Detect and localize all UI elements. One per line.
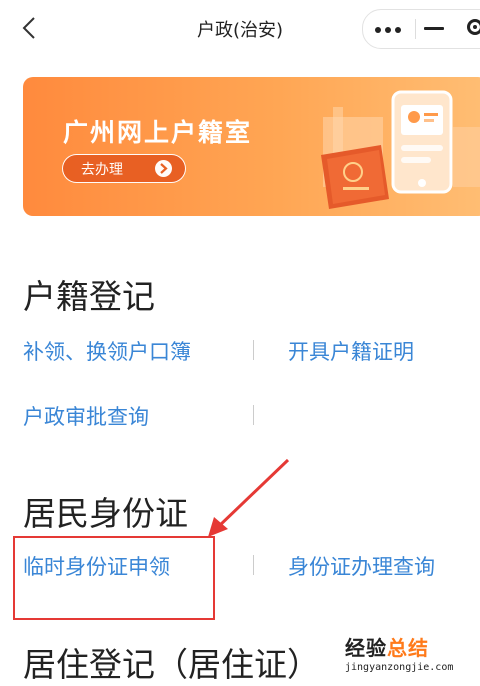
link-divider — [253, 340, 254, 360]
section-title-residence-registration: 居住登记（居住证） — [23, 645, 320, 684]
close-target-icon[interactable] — [467, 19, 480, 35]
link-reissue-household-book[interactable]: 补领、换领户口簿 — [23, 336, 191, 366]
section-title-resident-id: 居民身份证 — [23, 494, 188, 533]
link-id-status-query[interactable]: 身份证办理查询 — [288, 551, 435, 581]
household-registry-banner[interactable]: 广州网上户籍室 去办理 — [23, 77, 480, 216]
registry-illustration — [321, 90, 480, 209]
banner-title: 广州网上户籍室 — [63, 118, 253, 147]
site-watermark: 经验总结 jingyanzongjie.com — [345, 632, 480, 683]
capsule-divider — [415, 19, 416, 39]
minimize-icon[interactable] — [424, 27, 444, 30]
link-divider — [253, 405, 254, 425]
more-icon[interactable] — [375, 27, 411, 33]
highlight-annotation-box — [13, 536, 215, 620]
link-household-certificate[interactable]: 开具户籍证明 — [288, 336, 414, 366]
section-title-household-registration: 户籍登记 — [23, 277, 155, 316]
go-handle-label: 去办理 — [81, 162, 123, 178]
watermark-url: jingyanzongjie.com — [345, 662, 454, 673]
link-divider — [253, 555, 254, 575]
mini-program-capsule — [362, 9, 480, 49]
link-approval-query[interactable]: 户政审批查询 — [23, 401, 149, 431]
annotation-arrow-icon — [208, 458, 290, 537]
nav-bar: 户政(治安) — [0, 0, 480, 58]
watermark-logo: 经验总结 — [345, 636, 429, 660]
chevron-right-icon — [155, 160, 172, 177]
go-handle-button[interactable]: 去办理 — [62, 154, 186, 183]
